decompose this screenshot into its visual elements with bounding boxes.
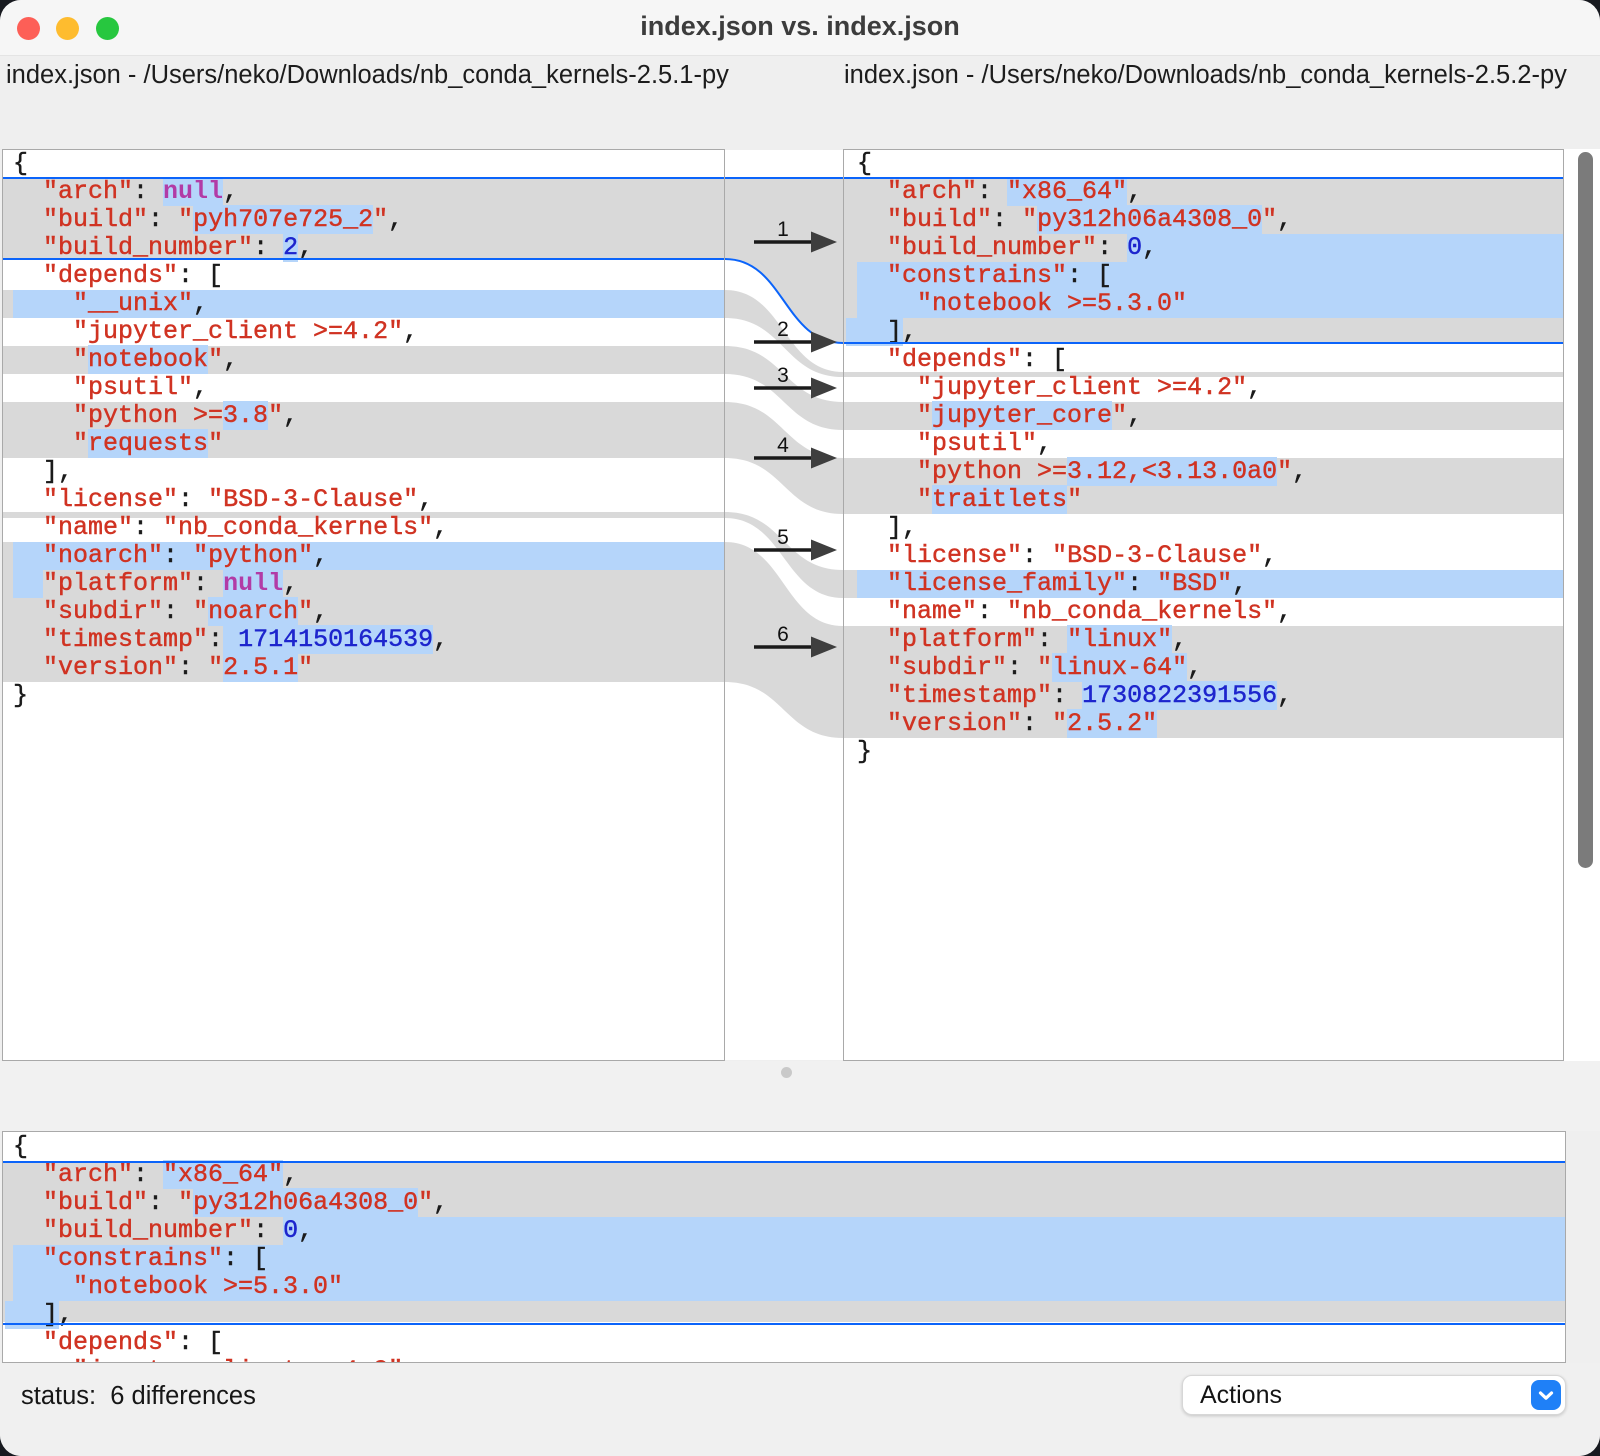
svg-text:5: 5 xyxy=(777,526,789,549)
svg-text:2: 2 xyxy=(777,318,789,341)
svg-text:3: 3 xyxy=(777,364,789,387)
svg-text:1: 1 xyxy=(777,218,789,241)
svg-text:4: 4 xyxy=(777,434,789,457)
svg-text:6: 6 xyxy=(777,623,789,646)
